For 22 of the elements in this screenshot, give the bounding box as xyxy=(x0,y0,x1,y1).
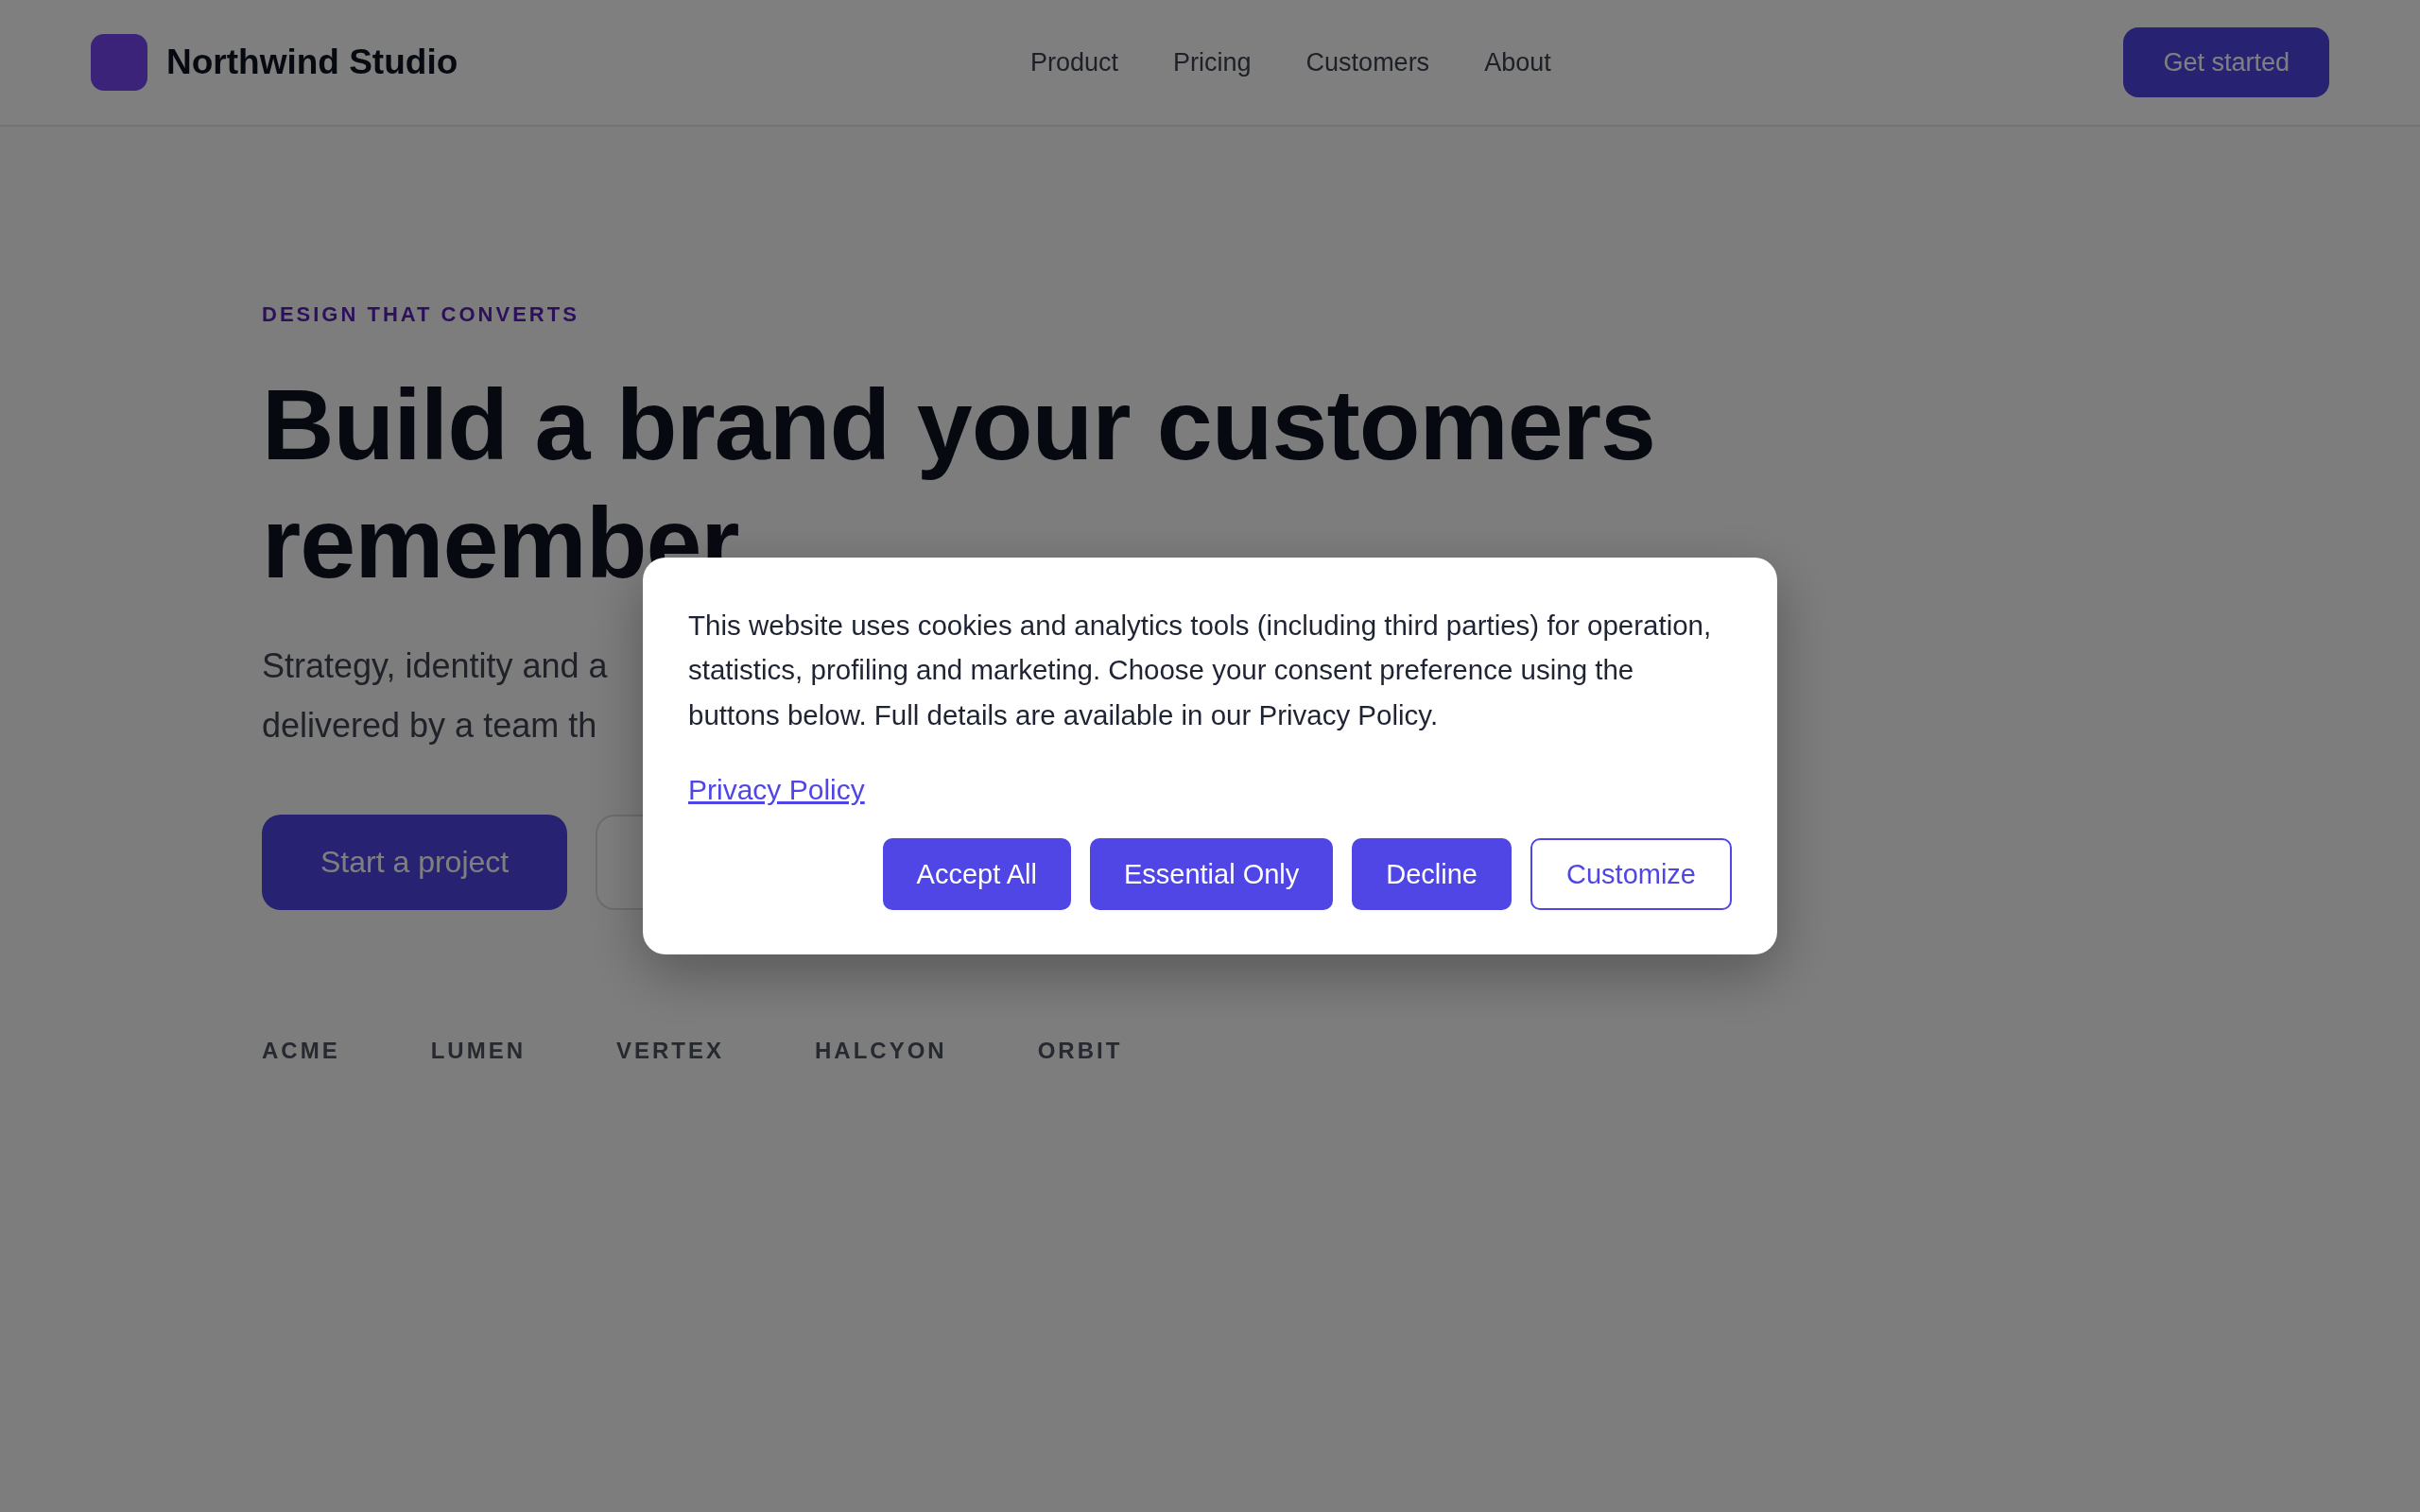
consent-button[interactable]: Essential Only xyxy=(1089,838,1334,911)
consent-message: This website uses cookies and analytics tools (including third parties) for operation, statistics, profiling and marketing. Choose your consent preference using the buttons below. Full details are available in our Privacy Policy. xyxy=(688,608,1713,732)
nav-link[interactable]: Product xyxy=(1030,47,1119,77)
eyebrow-text: DESIGN THAT CONVERTS xyxy=(262,302,579,327)
nav-link[interactable]: Pricing xyxy=(1173,47,1252,77)
consent-button[interactable]: Customize xyxy=(1530,838,1732,911)
client-logo: ACME xyxy=(262,1037,340,1065)
client-logo: VERTEX xyxy=(616,1037,725,1065)
hero-subtitle-line: Strategy, identity and a xyxy=(262,645,608,687)
logo-icon xyxy=(91,34,147,91)
get-started-button[interactable]: Get started xyxy=(2123,27,2329,97)
consent-button[interactable]: Accept All xyxy=(882,838,1071,911)
nav-link[interactable]: Customers xyxy=(1305,47,1430,77)
client-logo: LUMEN xyxy=(430,1037,526,1065)
brand-name: Northwind Studio xyxy=(166,43,458,82)
hero-subtitle-line: delivered by a team th xyxy=(262,705,597,747)
client-logo: ORBIT xyxy=(1037,1037,1123,1065)
consent-button[interactable]: Decline xyxy=(1352,838,1512,911)
nav-link[interactable]: About xyxy=(1484,47,1551,77)
client-logo: HALCYON xyxy=(815,1037,947,1065)
start-project-button[interactable]: Start a project xyxy=(262,815,568,910)
privacy-policy-link[interactable]: Privacy Policy xyxy=(688,767,865,814)
